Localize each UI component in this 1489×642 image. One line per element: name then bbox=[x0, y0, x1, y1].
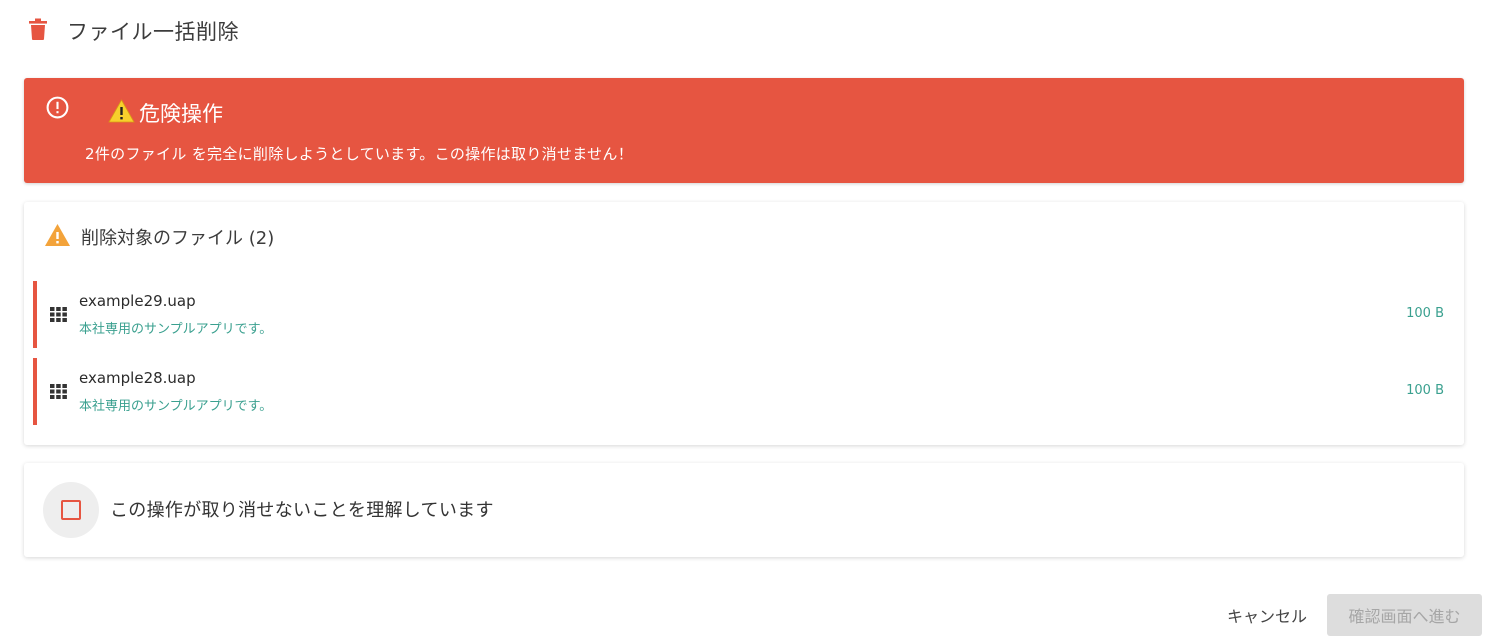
file-list-item: example29.uap 本社専用のサンプルアプリです。 100 B bbox=[33, 281, 1464, 348]
trash-icon bbox=[28, 17, 48, 45]
file-size: 100 B bbox=[1406, 306, 1444, 321]
confirm-checkbox-label[interactable]: この操作が取り消せないことを理解しています bbox=[110, 496, 494, 522]
alert-heading: 危険操作 bbox=[108, 98, 223, 128]
file-list-card: 削除対象のファイル (2) example29.uap 本社専用のサンプルアプリ… bbox=[24, 202, 1464, 445]
file-description: 本社専用のサンプルアプリです。 bbox=[79, 322, 273, 337]
file-name: example29.uap bbox=[79, 292, 196, 310]
confirm-checkbox[interactable] bbox=[43, 482, 99, 538]
proceed-to-confirm-button[interactable]: 確認画面へ進む bbox=[1327, 594, 1482, 636]
danger-alert: 危険操作 2件のファイル を完全に削除しようとしています。この操作は取り消せませ… bbox=[24, 78, 1464, 183]
alert-heading-text: 危険操作 bbox=[139, 102, 223, 126]
file-list-item: example28.uap 本社専用のサンプルアプリです。 100 B bbox=[33, 358, 1464, 425]
checkbox-box[interactable] bbox=[61, 500, 81, 520]
file-list-header: 削除対象のファイル (2) bbox=[44, 222, 274, 252]
warning-icon bbox=[108, 98, 135, 128]
file-size: 100 B bbox=[1406, 383, 1444, 398]
dialog-title-text: ファイル一括削除 bbox=[67, 20, 239, 44]
cancel-button[interactable]: キャンセル bbox=[1215, 594, 1319, 636]
apps-grid-icon bbox=[50, 384, 67, 399]
file-name: example28.uap bbox=[79, 369, 196, 387]
warning-icon bbox=[44, 223, 71, 252]
dialog-title: ファイル一括削除 bbox=[28, 14, 239, 48]
file-description: 本社専用のサンプルアプリです。 bbox=[79, 399, 273, 414]
confirm-card: この操作が取り消せないことを理解しています bbox=[24, 463, 1464, 557]
alert-circle-icon bbox=[45, 95, 70, 124]
apps-grid-icon bbox=[50, 307, 67, 322]
alert-message: 2件のファイル を完全に削除しようとしています。この操作は取り消せません！ bbox=[85, 145, 634, 163]
dialog-actions: キャンセル 確認画面へ進む bbox=[1215, 594, 1489, 636]
file-list-header-text: 削除対象のファイル (2) bbox=[81, 228, 275, 249]
